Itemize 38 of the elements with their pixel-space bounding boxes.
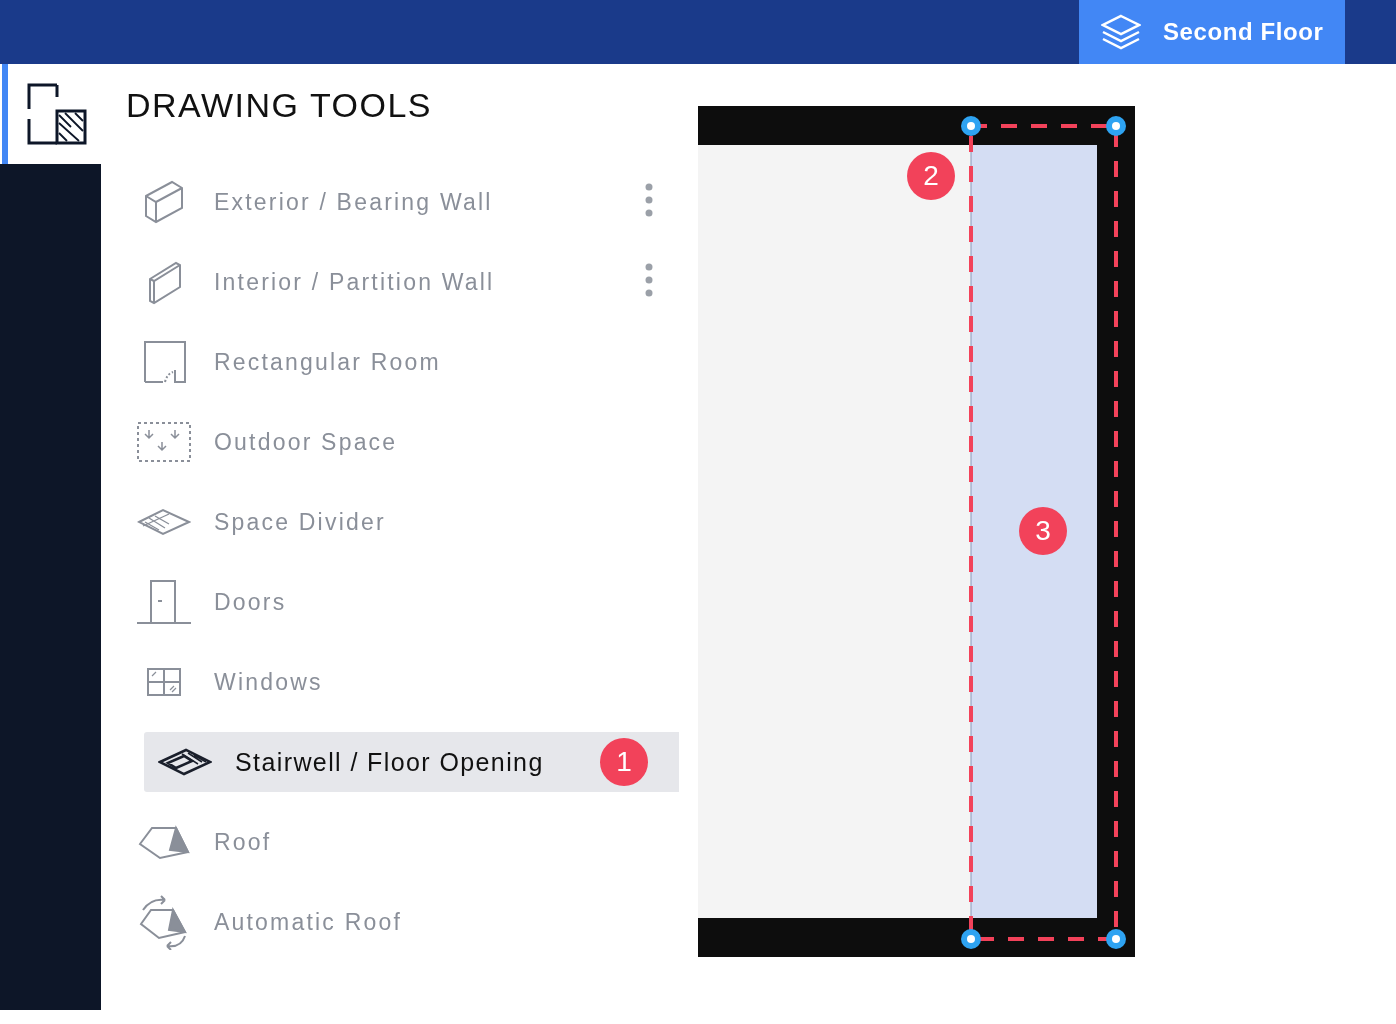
tool-item[interactable]: Automatic Roof <box>136 892 679 952</box>
tool-label: Exterior / Bearing Wall <box>214 188 493 216</box>
divider-plane-icon <box>137 506 191 538</box>
tool-item[interactable]: Outdoor Space <box>136 412 679 472</box>
tool-item[interactable]: Doors <box>136 572 679 632</box>
window-icon <box>146 667 182 697</box>
step-badge: 1 <box>600 738 648 786</box>
corner-handle[interactable] <box>961 116 981 136</box>
tool-label: Roof <box>214 828 272 856</box>
more-options-icon[interactable] <box>645 183 653 217</box>
tool-label: Outdoor Space <box>214 428 398 456</box>
tool-item[interactable]: Roof <box>136 812 679 872</box>
layers-icon <box>1101 14 1141 50</box>
selected-tool-item[interactable]: Stairwell / Floor Opening 1 <box>144 732 679 792</box>
room-corner-icon <box>141 340 187 384</box>
tool-label: Rectangular Room <box>214 348 441 376</box>
wall-block-icon <box>142 178 186 226</box>
panel-title: DRAWING TOOLS <box>126 85 433 126</box>
tool-label: Interior / Partition Wall <box>214 268 495 296</box>
floor-selector-button[interactable]: Second Floor <box>1079 0 1345 64</box>
tool-label: Stairwell / Floor Opening <box>235 747 544 777</box>
more-options-icon[interactable] <box>645 263 653 297</box>
tool-label: Space Divider <box>214 508 386 536</box>
tool-item[interactable]: Space Divider <box>136 492 679 552</box>
corner-handle[interactable] <box>1106 116 1126 136</box>
tool-label: Doors <box>214 588 287 616</box>
tool-item[interactable]: Windows <box>136 652 679 712</box>
floor-opening-icon <box>158 746 212 778</box>
roof-icon <box>138 824 190 860</box>
corner-handle[interactable] <box>1106 929 1126 949</box>
tool-item[interactable]: Rectangular Room <box>136 332 679 392</box>
tool-label: Windows <box>214 668 323 696</box>
tool-item[interactable]: Interior / Partition Wall <box>136 252 679 312</box>
tool-item[interactable]: Exterior / Bearing Wall <box>136 172 679 232</box>
tool-label: Automatic Roof <box>214 908 403 936</box>
dotted-area-icon <box>137 422 191 462</box>
corner-handle[interactable] <box>961 929 981 949</box>
door-icon <box>137 579 191 625</box>
